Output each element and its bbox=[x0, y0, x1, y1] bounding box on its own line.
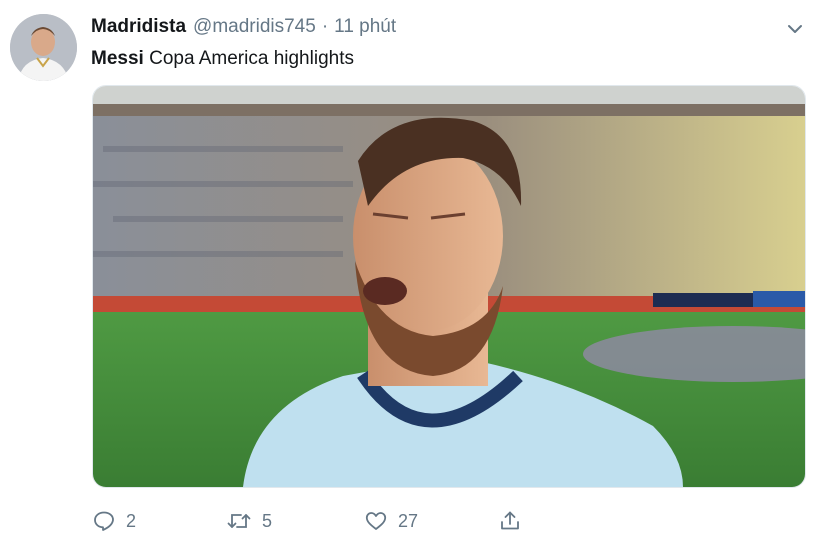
author-handle[interactable]: @madridis745 bbox=[193, 16, 316, 38]
tweet-actions: 2 5 27 bbox=[92, 506, 532, 536]
tweet-timestamp[interactable]: 11 phút bbox=[334, 16, 396, 38]
avatar-image bbox=[10, 14, 77, 81]
tweet-media-image[interactable] bbox=[92, 85, 806, 488]
reply-icon bbox=[94, 511, 114, 531]
heart-icon bbox=[365, 512, 387, 530]
separator-dot: · bbox=[321, 16, 329, 37]
retweet-count: 5 bbox=[262, 510, 273, 531]
author-avatar[interactable] bbox=[10, 14, 77, 81]
tweet-header: Madridista @madridis745 · 11 phút bbox=[91, 16, 396, 40]
reply-button[interactable]: 2 bbox=[92, 506, 136, 536]
reply-count: 2 bbox=[126, 510, 137, 531]
retweet-icon bbox=[227, 514, 251, 528]
like-count: 27 bbox=[398, 510, 419, 531]
share-button[interactable] bbox=[498, 506, 532, 536]
author-name[interactable]: Madridista bbox=[91, 16, 186, 38]
tweet-text-rest: Copa America highlights bbox=[143, 48, 354, 69]
more-options-button[interactable] bbox=[782, 16, 808, 42]
share-icon bbox=[501, 511, 519, 530]
stadium-photo bbox=[93, 86, 805, 487]
tweet-text: Messi Copa America highlights bbox=[91, 48, 354, 70]
tweet-text-bold[interactable]: Messi bbox=[91, 48, 144, 69]
like-button[interactable]: 27 bbox=[364, 506, 418, 536]
retweet-button[interactable]: 5 bbox=[226, 506, 272, 536]
chevron-down-icon bbox=[788, 25, 802, 33]
